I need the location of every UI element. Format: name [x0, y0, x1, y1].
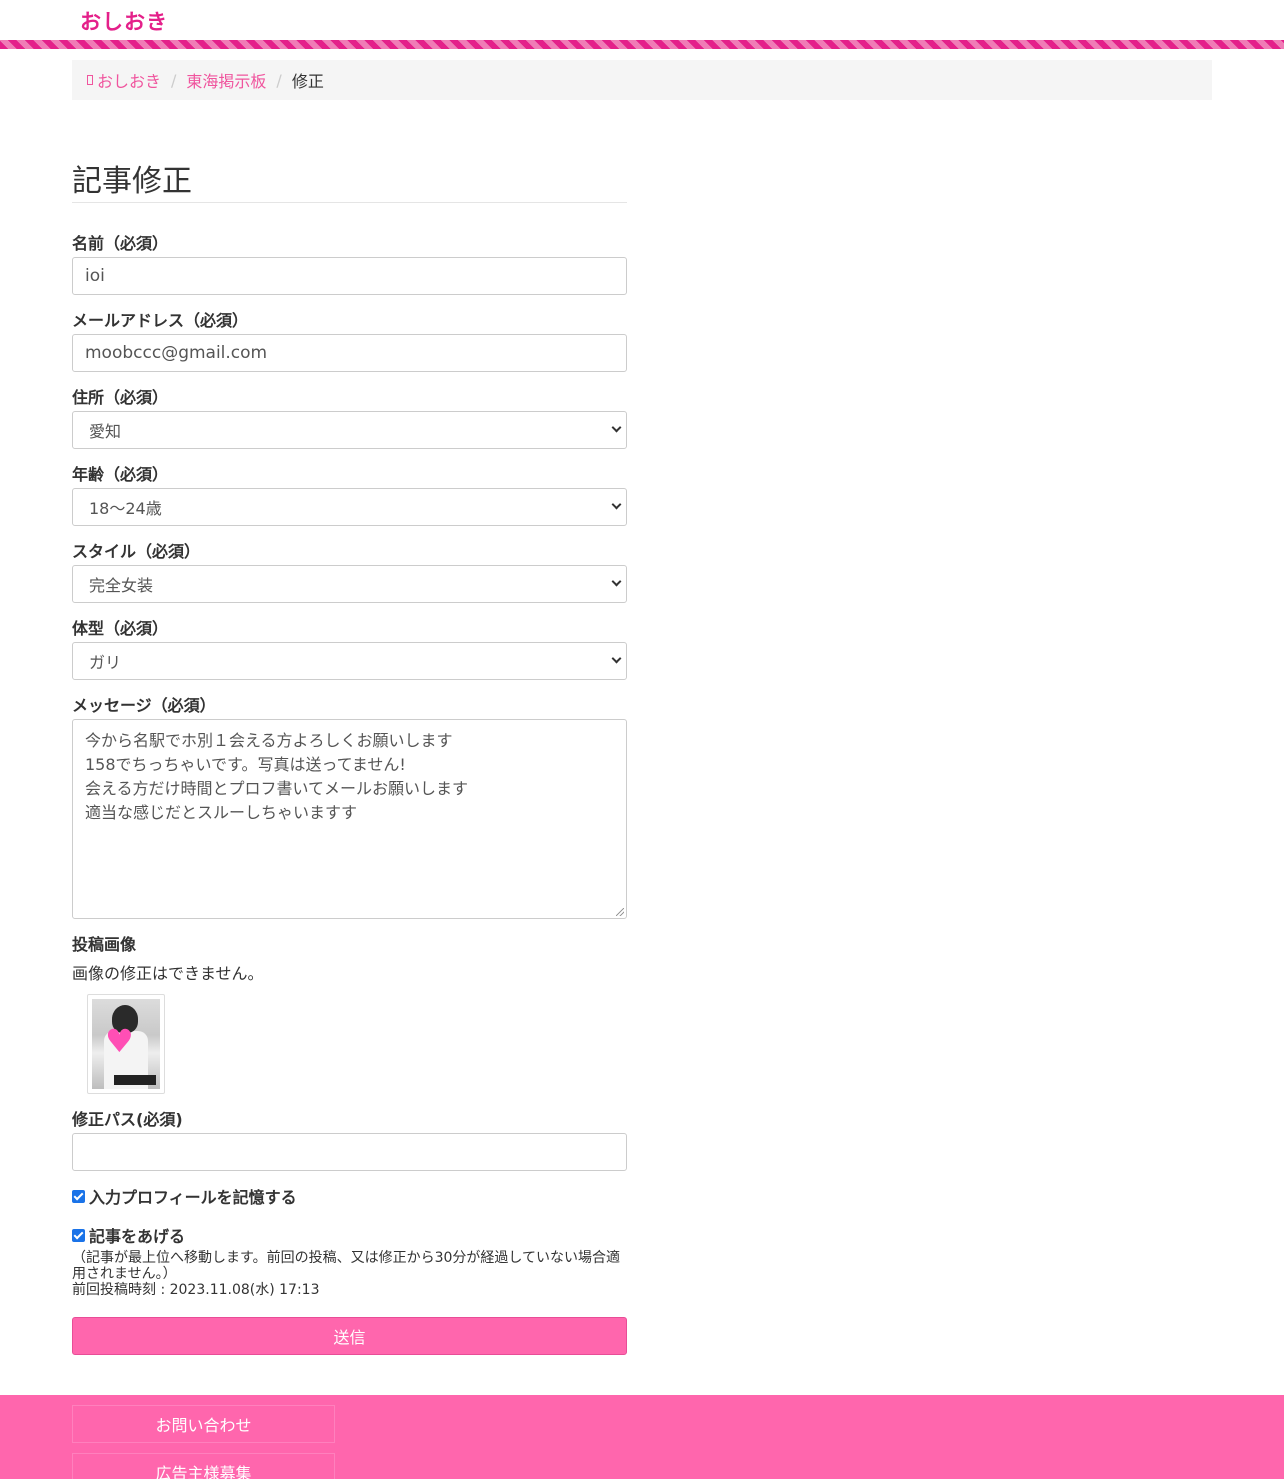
body-type-select[interactable]: ガリ: [72, 642, 627, 680]
site-footer: お問い合わせ 広告主様募集: [0, 1395, 1284, 1479]
message-line: 今から名駅でホ別１会える方よろしくお願いします: [85, 731, 453, 750]
home-icon: [87, 75, 93, 85]
email-label: メールアドレス（必須）: [72, 311, 249, 330]
edit-form: 記事修正 名前（必須） ioi メールアドレス（必須） moobccc@gmai…: [72, 150, 627, 1355]
bump-note: （記事が最上位へ移動します。前回の投稿、又は修正から30分が経過していない場合適…: [72, 1250, 620, 1282]
chevron-down-icon: [611, 422, 622, 433]
message-line: 158でちっちゃいです。写真は送ってません!: [85, 755, 406, 774]
checkbox-checked-icon[interactable]: [72, 1189, 85, 1203]
message-textarea[interactable]: 今から名駅でホ別１会える方よろしくお願いします 158でちっちゃいです。写真は送…: [72, 719, 627, 919]
message-line: 会える方だけ時間とプロフ書いてメールお願いします: [85, 779, 469, 798]
advertisers-link[interactable]: 広告主様募集: [72, 1453, 335, 1479]
address-select[interactable]: 愛知: [72, 411, 627, 449]
name-input[interactable]: ioi: [72, 257, 627, 295]
breadcrumb-separator: /: [276, 70, 282, 90]
breadcrumb: おしおき / 東海掲示板 / 修正: [72, 60, 1212, 100]
email-input[interactable]: moobccc@gmail.com: [72, 334, 627, 372]
chevron-down-icon: [611, 576, 622, 587]
name-label: 名前（必須）: [72, 234, 169, 253]
post-image: ♥: [92, 999, 160, 1089]
message-line: 適当な感じだとスルーしちゃいますす: [85, 803, 358, 822]
address-select-value: 愛知: [89, 422, 122, 441]
remember-profile-checkbox[interactable]: 入力プロフィールを記憶する: [72, 1184, 297, 1208]
body-type-select-value: ガリ: [89, 653, 122, 672]
submit-button[interactable]: 送信: [72, 1317, 627, 1355]
bump-post-checkbox[interactable]: 記事をあげる: [72, 1223, 185, 1247]
breadcrumb-home[interactable]: おしおき: [97, 68, 161, 92]
password-input[interactable]: [72, 1133, 627, 1171]
site-logo[interactable]: おしおき: [80, 6, 168, 36]
style-select[interactable]: 完全女装: [72, 565, 627, 603]
contact-link[interactable]: お問い合わせ: [72, 1405, 335, 1443]
bump-post-label: 記事をあげる: [89, 1227, 186, 1246]
breadcrumb-separator: /: [171, 70, 177, 90]
checkbox-checked-icon[interactable]: [72, 1228, 85, 1242]
site-header: おしおき: [0, 0, 1284, 40]
header-stripe: [0, 40, 1284, 49]
chevron-down-icon: [611, 499, 622, 510]
image-label: 投稿画像: [72, 935, 137, 954]
breadcrumb-current: 修正: [291, 72, 324, 91]
last-post-time: 前回投稿時刻 : 2023.11.08(水) 17:13: [72, 1282, 320, 1298]
remember-profile-label: 入力プロフィールを記憶する: [89, 1188, 297, 1207]
chevron-down-icon: [611, 653, 622, 664]
age-select[interactable]: 18〜24歳: [72, 488, 627, 526]
age-label: 年齢（必須）: [72, 465, 169, 484]
age-select-value: 18〜24歳: [89, 499, 162, 518]
message-label: メッセージ（必須）: [72, 696, 216, 715]
body-type-label: 体型（必須）: [72, 619, 169, 638]
password-label: 修正パス(必須): [72, 1110, 183, 1129]
heart-sticker-icon: ♥: [105, 1022, 134, 1060]
address-label: 住所（必須）: [72, 388, 169, 407]
post-image-thumbnail: ♥: [87, 994, 165, 1094]
style-label: スタイル（必須）: [72, 542, 201, 561]
style-select-value: 完全女装: [89, 576, 154, 595]
page-title: 記事修正: [72, 150, 627, 203]
resize-handle[interactable]: [616, 908, 624, 916]
image-note: 画像の修正はできません。: [72, 964, 264, 983]
breadcrumb-board[interactable]: 東海掲示板: [186, 68, 266, 92]
